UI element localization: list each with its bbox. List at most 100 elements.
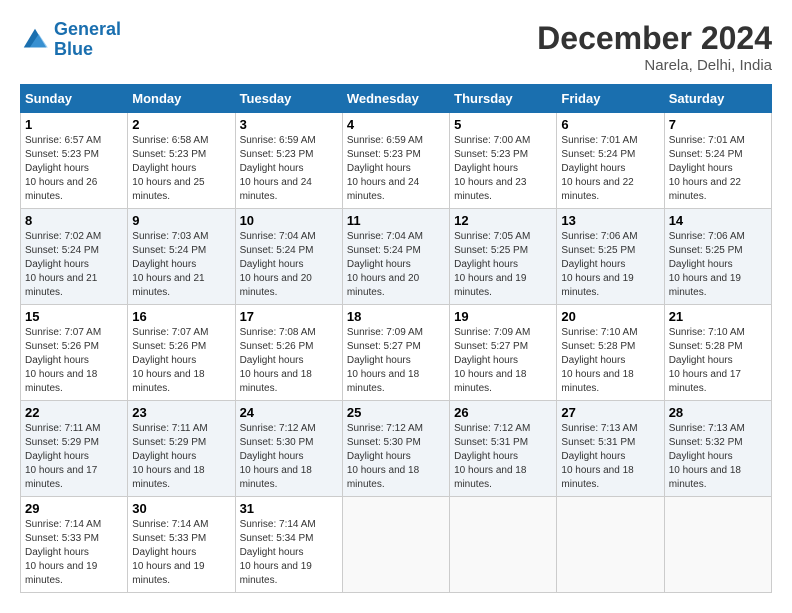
day-info: Sunrise: 7:01 AMSunset: 5:24 PMDaylight … <box>561 134 659 204</box>
day-info: Sunrise: 7:07 AMSunset: 5:26 PMDaylight … <box>25 326 123 396</box>
day-number: 30 <box>132 501 230 516</box>
day-number: 29 <box>25 501 123 516</box>
calendar-cell: 21 Sunrise: 7:10 AMSunset: 5:28 PMDayligh… <box>664 305 771 401</box>
calendar-cell: 23 Sunrise: 7:11 AMSunset: 5:29 PMDayligh… <box>128 401 235 497</box>
calendar-cell: 1 Sunrise: 6:57 AMSunset: 5:23 PMDaylight… <box>21 113 128 209</box>
day-info: Sunrise: 7:14 AMSunset: 5:34 PMDaylight … <box>240 518 338 588</box>
page-header: General Blue December 2024 Narela, Delhi… <box>20 20 772 74</box>
calendar-cell <box>664 497 771 593</box>
calendar-cell: 19 Sunrise: 7:09 AMSunset: 5:27 PMDayligh… <box>450 305 557 401</box>
day-info: Sunrise: 7:06 AMSunset: 5:25 PMDaylight … <box>561 230 659 300</box>
month-title: December 2024 <box>537 20 772 57</box>
calendar-cell <box>557 497 664 593</box>
day-number: 10 <box>240 213 338 228</box>
title-block: December 2024 Narela, Delhi, India <box>537 20 772 74</box>
day-info: Sunrise: 7:10 AMSunset: 5:28 PMDaylight … <box>669 326 767 396</box>
calendar-cell: 4 Sunrise: 6:59 AMSunset: 5:23 PMDaylight… <box>342 113 449 209</box>
calendar-cell: 20 Sunrise: 7:10 AMSunset: 5:28 PMDayligh… <box>557 305 664 401</box>
day-info: Sunrise: 7:10 AMSunset: 5:28 PMDaylight … <box>561 326 659 396</box>
calendar-cell: 14Sunrise: 7:06 AMSunset: 5:25 PMDayligh… <box>664 209 771 305</box>
day-number: 23 <box>132 405 230 420</box>
calendar-cell: 13 Sunrise: 7:06 AMSunset: 5:25 PMDayligh… <box>557 209 664 305</box>
day-info: Sunrise: 6:57 AMSunset: 5:23 PMDaylight … <box>25 134 123 204</box>
day-number: 2 <box>132 117 230 132</box>
day-info: Sunrise: 7:14 AMSunset: 5:33 PMDaylight … <box>25 518 123 588</box>
calendar-cell: 9 Sunrise: 7:03 AMSunset: 5:24 PMDaylight… <box>128 209 235 305</box>
calendar-cell: 5Sunrise: 7:00 AMSunset: 5:23 PMDaylight… <box>450 113 557 209</box>
day-number: 7 <box>669 117 767 132</box>
day-info: Sunrise: 7:11 AMSunset: 5:29 PMDaylight … <box>25 422 123 492</box>
calendar-cell: 15 Sunrise: 7:07 AMSunset: 5:26 PMDayligh… <box>21 305 128 401</box>
day-number: 6 <box>561 117 659 132</box>
day-number: 4 <box>347 117 445 132</box>
day-number: 8 <box>25 213 123 228</box>
weekday-friday: Friday <box>557 85 664 113</box>
day-number: 15 <box>25 309 123 324</box>
calendar-cell: 2Sunrise: 6:58 AMSunset: 5:23 PMDaylight… <box>128 113 235 209</box>
calendar-cell: 11 Sunrise: 7:04 AMSunset: 5:24 PMDayligh… <box>342 209 449 305</box>
day-info: Sunrise: 7:12 AMSunset: 5:30 PMDaylight … <box>347 422 445 492</box>
day-info: Sunrise: 7:03 AMSunset: 5:24 PMDaylight … <box>132 230 230 300</box>
day-number: 12 <box>454 213 552 228</box>
calendar-cell: 7Sunrise: 7:01 AMSunset: 5:24 PMDaylight… <box>664 113 771 209</box>
day-info: Sunrise: 7:13 AMSunset: 5:31 PMDaylight … <box>561 422 659 492</box>
calendar-cell: 25Sunrise: 7:12 AMSunset: 5:30 PMDayligh… <box>342 401 449 497</box>
day-number: 18 <box>347 309 445 324</box>
day-info: Sunrise: 7:13 AMSunset: 5:32 PMDaylight … <box>669 422 767 492</box>
calendar-cell: 26 Sunrise: 7:12 AMSunset: 5:31 PMDayligh… <box>450 401 557 497</box>
calendar-week-5: 29 Sunrise: 7:14 AMSunset: 5:33 PMDayligh… <box>21 497 772 593</box>
day-number: 19 <box>454 309 552 324</box>
day-number: 16 <box>132 309 230 324</box>
day-number: 22 <box>25 405 123 420</box>
day-info: Sunrise: 7:08 AMSunset: 5:26 PMDaylight … <box>240 326 338 396</box>
day-info: Sunrise: 7:11 AMSunset: 5:29 PMDaylight … <box>132 422 230 492</box>
weekday-header-row: SundayMondayTuesdayWednesdayThursdayFrid… <box>21 85 772 113</box>
weekday-tuesday: Tuesday <box>235 85 342 113</box>
day-info: Sunrise: 7:05 AMSunset: 5:25 PMDaylight … <box>454 230 552 300</box>
calendar-cell: 10 Sunrise: 7:04 AMSunset: 5:24 PMDayligh… <box>235 209 342 305</box>
calendar-week-1: 1 Sunrise: 6:57 AMSunset: 5:23 PMDaylight… <box>21 113 772 209</box>
calendar-cell: 22 Sunrise: 7:11 AMSunset: 5:29 PMDayligh… <box>21 401 128 497</box>
calendar-week-4: 22 Sunrise: 7:11 AMSunset: 5:29 PMDayligh… <box>21 401 772 497</box>
day-number: 27 <box>561 405 659 420</box>
calendar-cell: 3Sunrise: 6:59 AMSunset: 5:23 PMDaylight… <box>235 113 342 209</box>
calendar-cell <box>342 497 449 593</box>
day-info: Sunrise: 7:12 AMSunset: 5:31 PMDaylight … <box>454 422 552 492</box>
day-info: Sunrise: 7:00 AMSunset: 5:23 PMDaylight … <box>454 134 552 204</box>
day-number: 11 <box>347 213 445 228</box>
calendar-cell: 6 Sunrise: 7:01 AMSunset: 5:24 PMDaylight… <box>557 113 664 209</box>
day-info: Sunrise: 6:59 AMSunset: 5:23 PMDaylight … <box>240 134 338 204</box>
day-info: Sunrise: 7:06 AMSunset: 5:25 PMDaylight … <box>669 230 767 300</box>
calendar-cell: 28 Sunrise: 7:13 AMSunset: 5:32 PMDayligh… <box>664 401 771 497</box>
day-number: 13 <box>561 213 659 228</box>
calendar-table: SundayMondayTuesdayWednesdayThursdayFrid… <box>20 84 772 593</box>
logo-icon <box>20 25 50 55</box>
logo-blue: Blue <box>54 39 93 59</box>
logo: General Blue <box>20 20 121 60</box>
day-info: Sunrise: 7:04 AMSunset: 5:24 PMDaylight … <box>347 230 445 300</box>
calendar-cell <box>450 497 557 593</box>
calendar-week-2: 8 Sunrise: 7:02 AMSunset: 5:24 PMDaylight… <box>21 209 772 305</box>
weekday-wednesday: Wednesday <box>342 85 449 113</box>
day-info: Sunrise: 7:14 AMSunset: 5:33 PMDaylight … <box>132 518 230 588</box>
day-number: 17 <box>240 309 338 324</box>
logo-general: General <box>54 19 121 39</box>
day-number: 21 <box>669 309 767 324</box>
calendar-cell: 17 Sunrise: 7:08 AMSunset: 5:26 PMDayligh… <box>235 305 342 401</box>
calendar-body: 1 Sunrise: 6:57 AMSunset: 5:23 PMDaylight… <box>21 113 772 593</box>
day-number: 20 <box>561 309 659 324</box>
calendar-cell: 30 Sunrise: 7:14 AMSunset: 5:33 PMDayligh… <box>128 497 235 593</box>
calendar-cell: 18Sunrise: 7:09 AMSunset: 5:27 PMDayligh… <box>342 305 449 401</box>
calendar-cell: 29 Sunrise: 7:14 AMSunset: 5:33 PMDayligh… <box>21 497 128 593</box>
day-number: 9 <box>132 213 230 228</box>
day-info: Sunrise: 7:09 AMSunset: 5:27 PMDaylight … <box>454 326 552 396</box>
day-number: 26 <box>454 405 552 420</box>
day-number: 28 <box>669 405 767 420</box>
day-info: Sunrise: 6:59 AMSunset: 5:23 PMDaylight … <box>347 134 445 204</box>
day-info: Sunrise: 7:02 AMSunset: 5:24 PMDaylight … <box>25 230 123 300</box>
calendar-cell: 12 Sunrise: 7:05 AMSunset: 5:25 PMDayligh… <box>450 209 557 305</box>
day-number: 1 <box>25 117 123 132</box>
day-info: Sunrise: 7:04 AMSunset: 5:24 PMDaylight … <box>240 230 338 300</box>
weekday-saturday: Saturday <box>664 85 771 113</box>
calendar-cell: 16Sunrise: 7:07 AMSunset: 5:26 PMDayligh… <box>128 305 235 401</box>
